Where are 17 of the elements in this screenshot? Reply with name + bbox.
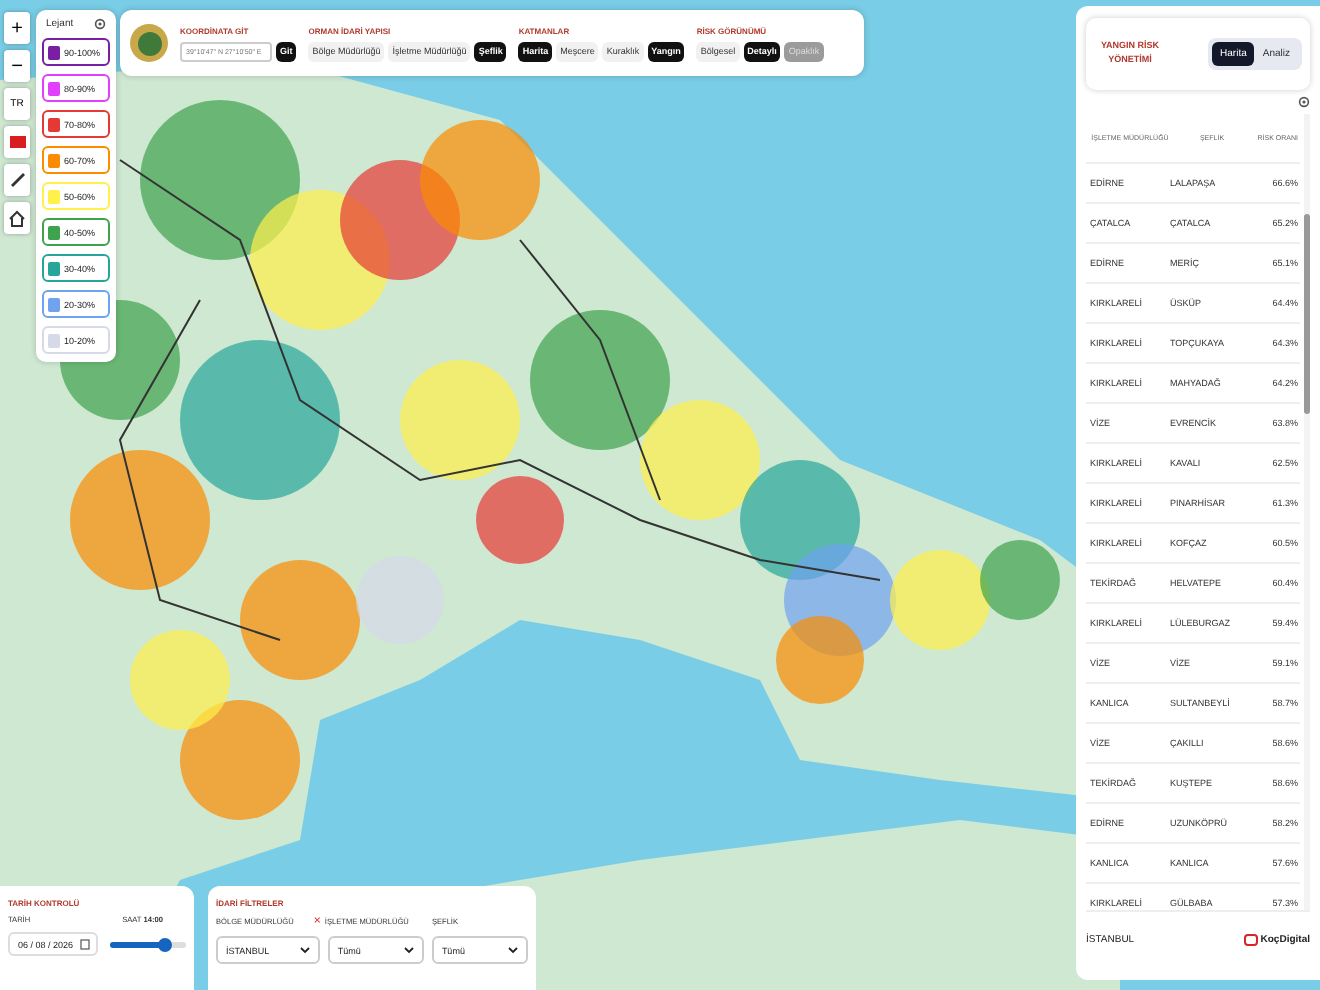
settings-icon[interactable] [1298, 96, 1310, 108]
home-button[interactable] [4, 202, 30, 234]
zoom-out-button[interactable]: − [4, 50, 30, 82]
home-icon [8, 209, 26, 227]
chevron-down-icon [299, 946, 310, 954]
pencil-icon [9, 172, 25, 188]
chevron-down-icon [507, 946, 518, 954]
settings-icon[interactable] [94, 18, 106, 30]
slider-thumb[interactable] [158, 937, 173, 951]
time-slider[interactable] [110, 941, 186, 947]
zoom-in-button[interactable]: + [4, 12, 30, 44]
draw-button[interactable] [4, 164, 30, 196]
emblem-icon [130, 24, 168, 62]
chevron-down-icon [403, 946, 414, 954]
flag-button[interactable] [4, 126, 30, 158]
flag-icon [9, 136, 25, 148]
calendar-icon [79, 938, 89, 950]
